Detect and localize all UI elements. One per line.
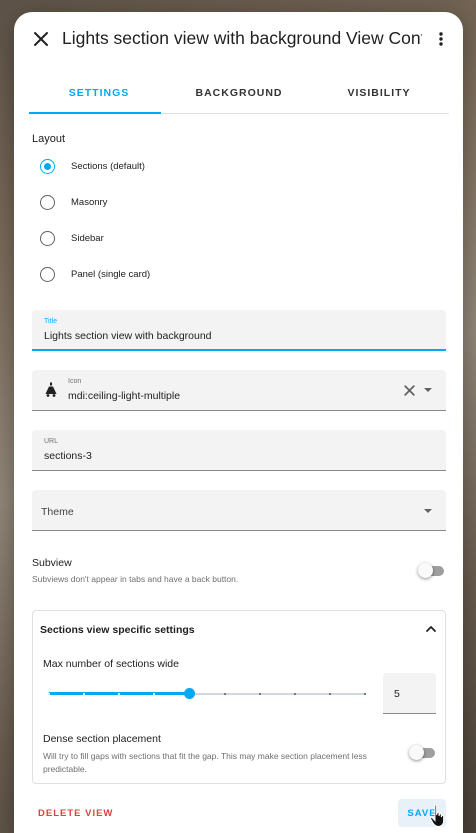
theme-select[interactable]: Theme (32, 490, 446, 531)
layout-option-sections[interactable]: Sections (default) (40, 154, 145, 178)
sections-settings-panel-header[interactable]: Sections view specific settings (33, 611, 445, 647)
title-field-label: Title (44, 318, 57, 325)
icon-field-label: Icon (68, 378, 82, 385)
layout-option-masonry[interactable]: Masonry (40, 190, 107, 214)
radio-unchecked-icon (40, 266, 55, 282)
switch-thumb (418, 563, 433, 578)
theme-select-label: Theme (41, 506, 74, 518)
subview-title: Subview (32, 557, 72, 569)
max-sections-value[interactable]: 5 (394, 688, 400, 700)
slider-tick (153, 693, 156, 695)
chevron-up-icon (426, 626, 436, 632)
slider-tick (328, 693, 331, 695)
layout-option-label: Panel (single card) (71, 268, 151, 280)
slider-tick (293, 693, 296, 695)
tab-settings[interactable]: SETTINGS (29, 72, 169, 114)
dense-placement-title: Dense section placement (43, 733, 161, 745)
layout-option-label: Sidebar (71, 232, 104, 244)
dialog-header: Lights section view with background View… (14, 12, 463, 68)
radio-checked-icon (40, 158, 55, 174)
url-field-label: URL (44, 438, 59, 445)
layout-label: Layout (32, 133, 66, 145)
radio-unchecked-icon (40, 194, 55, 210)
slider-tick (364, 693, 366, 695)
switch-thumb (409, 745, 424, 760)
dropdown-arrow-icon[interactable] (424, 509, 432, 513)
dialog-title: Lights section view with background View… (62, 28, 422, 48)
radio-unchecked-icon (40, 230, 55, 246)
dense-placement-description: Will try to fill gaps with sections that… (43, 751, 367, 774)
dropdown-arrow-icon[interactable] (424, 388, 432, 392)
slider-tick (48, 693, 50, 695)
layout-option-label: Masonry (71, 196, 108, 208)
icon-field-value[interactable]: mdi:ceiling-light-multiple (68, 390, 180, 402)
settings-content: Layout Sections (default) Masonry Sideba… (14, 114, 463, 784)
url-field-value[interactable]: sections-3 (44, 450, 92, 462)
tab-visibility[interactable]: VISIBILITY (309, 72, 449, 114)
more-menu-button[interactable] (433, 26, 449, 52)
icon-picker-field[interactable]: Icon mdi:ceiling-light-multiple (32, 370, 446, 411)
title-field[interactable]: Title Lights section view with backgroun… (32, 310, 446, 351)
max-sections-number-field[interactable]: 5 (383, 673, 436, 714)
max-sections-label: Max number of sections wide (43, 658, 179, 670)
layout-option-label: Sections (default) (71, 160, 145, 172)
tab-background[interactable]: BACKGROUND (169, 72, 309, 114)
subview-description: Subviews don't appear in tabs and have a… (32, 574, 239, 584)
title-field-value[interactable]: Lights section view with background (44, 330, 212, 342)
more-vertical-icon (439, 32, 443, 46)
slider-tick (223, 693, 226, 695)
ceiling-light-multiple-icon (45, 382, 57, 397)
delete-view-button[interactable]: DELETE VIEW (38, 808, 113, 819)
clear-icon[interactable] (403, 384, 416, 397)
url-field[interactable]: URL sections-3 (32, 430, 446, 471)
slider-tick (258, 693, 261, 695)
dialog-footer: DELETE VIEW SAVE (14, 798, 463, 833)
close-icon (34, 32, 48, 46)
tab-bar: SETTINGS BACKGROUND VISIBILITY (29, 72, 449, 114)
sections-settings-panel: Sections view specific settings Max numb… (32, 610, 446, 784)
close-button[interactable] (28, 26, 54, 52)
slider-tick (83, 693, 86, 695)
dense-placement-toggle[interactable] (409, 745, 437, 760)
slider-tick (118, 693, 121, 695)
subview-toggle[interactable] (418, 563, 446, 578)
hand-pointer-icon (430, 804, 445, 828)
slider-thumb[interactable] (183, 688, 195, 699)
panel-title: Sections view specific settings (40, 624, 195, 636)
max-sections-slider[interactable] (48, 687, 366, 701)
layout-option-sidebar[interactable]: Sidebar (40, 226, 104, 250)
view-config-dialog: Lights section view with background View… (14, 12, 463, 833)
layout-option-panel[interactable]: Panel (single card) (40, 262, 150, 286)
